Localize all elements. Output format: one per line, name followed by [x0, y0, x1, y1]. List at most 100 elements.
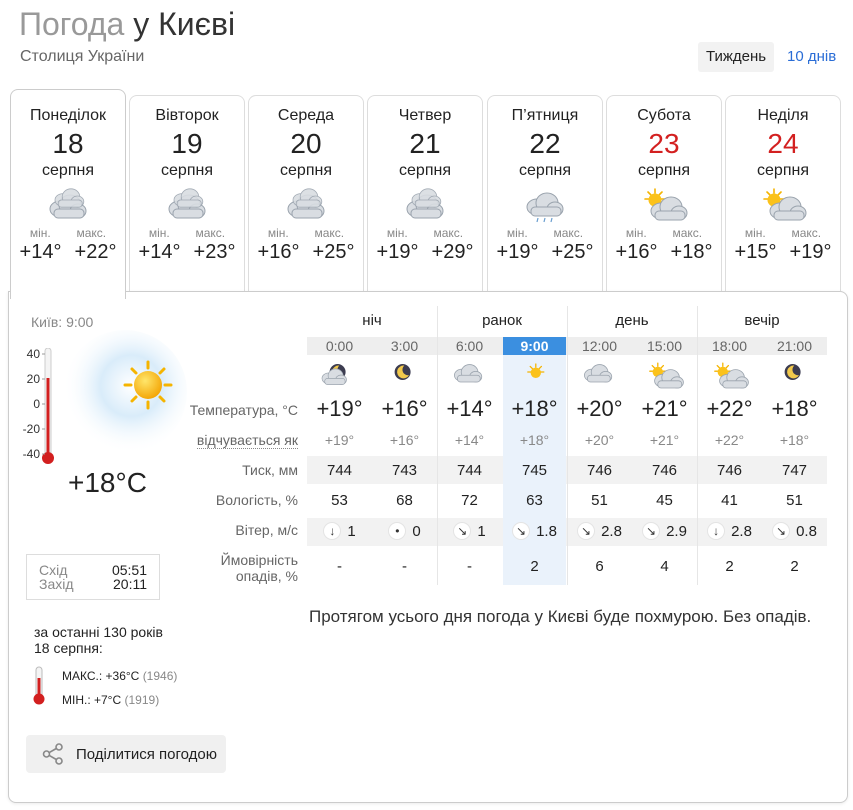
- day-summary: Протягом усього дня погода у Києві буде …: [309, 607, 812, 626]
- wind-direction-icon: •: [388, 522, 407, 540]
- hour-wind: ↘ 1.8: [502, 522, 567, 540]
- max-temp: +23°: [193, 241, 236, 263]
- hour-time: 6:00: [455, 338, 484, 354]
- week-view-button[interactable]: Тиждень: [698, 42, 775, 72]
- day-weather-icon: [726, 184, 840, 226]
- hour-temperature: +22°: [706, 396, 753, 421]
- max-temp: +22°: [74, 241, 117, 263]
- hour-time: 12:00: [581, 338, 618, 354]
- hour-humidity: 51: [591, 492, 608, 509]
- night-clear-icon: [784, 364, 801, 380]
- wind-speed: 0: [412, 522, 421, 540]
- max-label: макс.: [314, 226, 345, 240]
- cloudy-icon: [406, 188, 444, 219]
- max-label: макс.: [553, 226, 584, 240]
- partly-cloudy-icon: [763, 188, 807, 221]
- share-label: Поділитися погодою: [76, 745, 218, 763]
- hour-wind: ↘ 2.8: [567, 522, 632, 540]
- day-tab[interactable]: Субота 23 серпня мін. макс. +16° +18°: [606, 95, 722, 291]
- cloudy-icon: [168, 188, 206, 219]
- title-city: у Києві: [133, 6, 236, 42]
- label-humidity: Вологість, %: [215, 492, 298, 508]
- day-tab[interactable]: Понеділок 18 серпня мін. макс. +14° +22°: [10, 89, 126, 299]
- share-weather-button[interactable]: Поділитися погодою: [26, 735, 226, 773]
- wind-direction-icon: ↘: [512, 522, 531, 540]
- max-temp: +25°: [312, 241, 355, 263]
- day-weather-icon: [488, 184, 602, 226]
- min-label: мін.: [744, 226, 766, 240]
- day-tab[interactable]: Неділя 24 серпня мін. макс. +15° +19°: [725, 95, 841, 291]
- thermometer-scale: 40 20 0 -20 -40: [18, 346, 40, 471]
- hour-pressure: 744: [456, 462, 483, 479]
- history-title-line2: 18 серпня:: [34, 640, 103, 656]
- day-weather-icon: [249, 184, 363, 226]
- scale-tick: -40: [22, 447, 40, 461]
- page-subtitle: Столиця України: [20, 48, 145, 65]
- cloudy-rain-icon: [526, 192, 564, 223]
- day-name: Середа: [277, 107, 335, 124]
- period-night: ніч: [362, 312, 382, 329]
- hour-pressure: 745: [521, 462, 548, 479]
- share-icon: [42, 743, 63, 765]
- sunrise-label: Схід: [39, 562, 68, 578]
- hour-wind: ↘ 2.9: [632, 522, 697, 540]
- day-tab[interactable]: Вівторок 19 серпня мін. макс. +14° +23°: [129, 95, 245, 291]
- day-name: Понеділок: [29, 107, 107, 124]
- history-min-year: (1919): [124, 693, 160, 707]
- history-max: МАКС.: +36°C: [62, 669, 140, 683]
- cloudy-icon: [49, 188, 87, 219]
- min-temp: +15°: [734, 241, 777, 263]
- min-temp: +16°: [615, 241, 658, 263]
- hour-feels-like: +19°: [324, 432, 355, 448]
- hour-weather-icon: [307, 361, 372, 391]
- hour-temperature: +19°: [316, 396, 363, 421]
- partly-cloudy-icon: [648, 362, 684, 389]
- hour-humidity: 51: [786, 492, 803, 509]
- hour-pressure: 746: [586, 462, 613, 479]
- min-temp: +14°: [138, 241, 181, 263]
- day-month: серпня: [161, 162, 213, 179]
- sunset-time: 20:11: [113, 576, 147, 592]
- label-precip-line1: Ймовірність: [220, 552, 298, 568]
- hour-temperature: +21°: [641, 396, 688, 421]
- day-number: 20: [290, 128, 322, 159]
- day-number: 23: [648, 128, 680, 159]
- partly-cloudy-icon: [644, 188, 688, 221]
- city-time: Київ: 9:00: [31, 314, 94, 330]
- hour-wind: ↓ 1: [307, 522, 372, 540]
- min-temp: +19°: [496, 241, 539, 263]
- day-number: 18: [52, 128, 84, 159]
- hour-weather-icon: [502, 361, 567, 391]
- hour-pressure: 744: [326, 462, 353, 479]
- hour-wind: • 0: [372, 522, 437, 540]
- min-temp: +14°: [19, 241, 62, 263]
- day-tab[interactable]: Середа 20 серпня мін. макс. +16° +25°: [248, 95, 364, 291]
- min-label: мін.: [148, 226, 170, 240]
- hour-time: 9:00: [503, 337, 566, 355]
- history-min: МІН.: +7°C: [62, 693, 122, 707]
- day-month: серпня: [280, 162, 332, 179]
- night-clear-icon: [394, 364, 411, 380]
- hour-time: 18:00: [711, 338, 748, 354]
- day-tab[interactable]: П’ятниця 22 серпня мін. макс. +19° +25°: [487, 95, 603, 291]
- partly-cloudy-icon: [713, 362, 749, 389]
- min-temp: +16°: [257, 241, 300, 263]
- hour-weather-icon: [697, 361, 762, 391]
- wind-direction-icon: ↘: [453, 522, 472, 540]
- hour-temperature: +18°: [771, 396, 818, 421]
- ten-days-link[interactable]: 10 днів: [779, 42, 844, 72]
- day-tab[interactable]: Четвер 21 серпня мін. макс. +19° +29°: [367, 95, 483, 291]
- label-precip-line2: опадів, %: [235, 568, 298, 584]
- wind-speed: 1.8: [536, 522, 557, 540]
- title-weather: Погода: [19, 6, 125, 42]
- history-max-year: (1946): [142, 669, 178, 683]
- hour-humidity: 63: [526, 492, 543, 509]
- history-title-line1: за останні 130 років: [34, 624, 163, 640]
- day-month: серпня: [519, 162, 571, 179]
- day-weather-icon: [11, 184, 125, 226]
- min-label: мін.: [506, 226, 528, 240]
- day-month: серпня: [399, 162, 451, 179]
- hour-feels-like: +21°: [649, 432, 680, 448]
- wind-speed: 1: [347, 522, 356, 540]
- hour-weather-icon: [567, 361, 632, 391]
